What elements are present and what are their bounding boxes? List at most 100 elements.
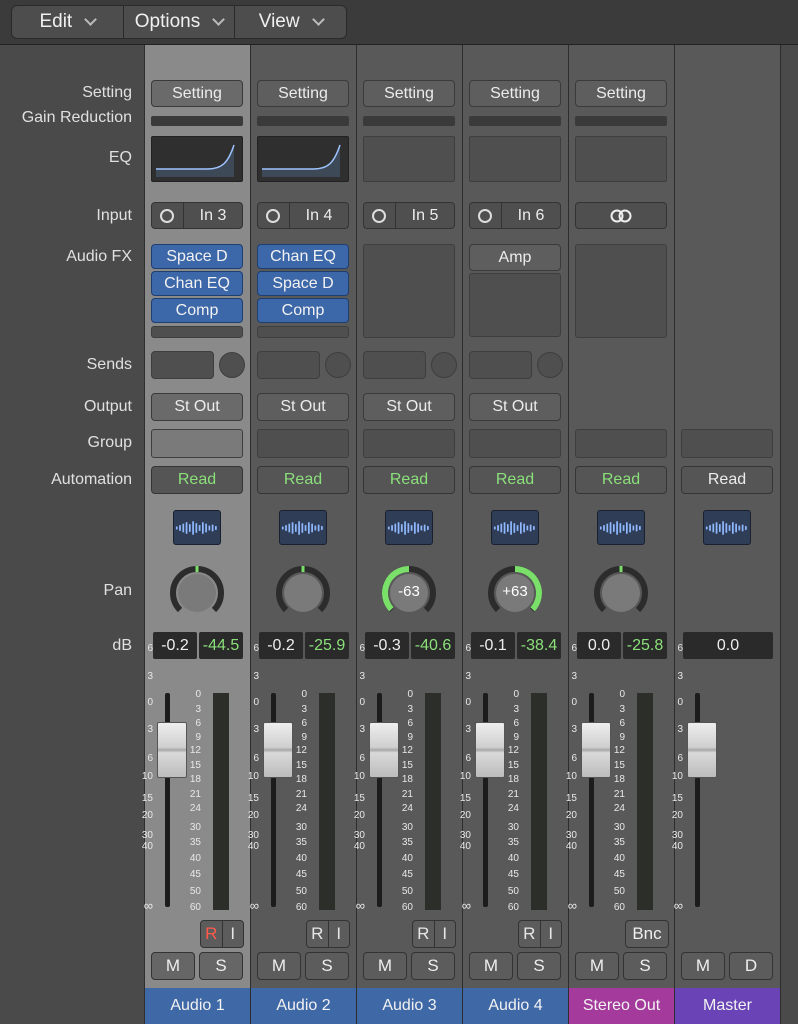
eq-thumbnail[interactable]	[363, 136, 455, 182]
automation-mode-button[interactable]: Read	[363, 466, 455, 494]
audio-fx-empty-slot[interactable]	[469, 273, 561, 337]
group-slot[interactable]	[681, 429, 773, 458]
audio-fx-slot[interactable]: Comp	[151, 298, 243, 323]
input-slot[interactable]: In 6	[469, 202, 561, 229]
channel-name[interactable]: Master	[675, 988, 780, 1024]
channel-strip-audio-3[interactable]: Setting In 5 St Out Read -63 -0.3 -40.6 6 3 0 3 6 10…	[354, 45, 463, 1024]
setting-button[interactable]: Setting	[469, 80, 561, 107]
audio-fx-empty-slot[interactable]	[363, 244, 455, 338]
eq-thumbnail[interactable]	[151, 136, 243, 182]
channel-name[interactable]: Audio 4	[463, 988, 568, 1024]
mute-button[interactable]: M	[469, 952, 513, 980]
setting-button[interactable]: Setting	[151, 80, 243, 107]
channel-name[interactable]: Audio 1	[145, 988, 250, 1024]
audio-fx-slot[interactable]: Chan EQ	[151, 271, 243, 296]
mute-button[interactable]: M	[681, 952, 725, 980]
menu-view[interactable]: View	[235, 6, 346, 38]
audio-waveform-icon[interactable]	[703, 510, 751, 545]
peak-db-readout[interactable]: -44.5	[199, 632, 243, 659]
fader-db-readout[interactable]: -0.1	[471, 632, 515, 659]
eq-thumbnail[interactable]	[257, 136, 349, 182]
audio-fx-empty-slot[interactable]	[151, 326, 243, 338]
input-slot[interactable]: In 4	[257, 202, 349, 229]
bounce-button[interactable]: Bnc	[625, 920, 669, 948]
output-button[interactable]: St Out	[151, 393, 243, 421]
channel-strip-master[interactable]: Read 0.0 6 3 0 3 6 10 15 20 30 40 ∞ M D Master	[672, 45, 781, 1024]
channel-name[interactable]: Audio 3	[357, 988, 462, 1024]
setting-button[interactable]: Setting	[257, 80, 349, 107]
volume-fader-cap[interactable]	[581, 722, 611, 778]
record-enable-button[interactable]: R	[201, 921, 223, 947]
automation-mode-button[interactable]: Read	[151, 466, 243, 494]
peak-db-readout[interactable]: -40.6	[411, 632, 455, 659]
fader-db-readout[interactable]: -0.2	[153, 632, 197, 659]
volume-fader-cap[interactable]	[687, 722, 717, 778]
volume-fader-cap[interactable]	[475, 722, 505, 778]
output-button[interactable]: St Out	[363, 393, 455, 421]
send-slot[interactable]	[363, 351, 426, 379]
audio-fx-empty-slot[interactable]	[575, 244, 667, 338]
audio-fx-slot[interactable]: Space D	[257, 271, 349, 296]
send-slot[interactable]	[469, 351, 532, 379]
record-enable-button[interactable]: R	[307, 921, 329, 947]
fader-db-readout[interactable]: 0.0	[683, 632, 773, 659]
audio-waveform-icon[interactable]	[491, 510, 539, 545]
peak-db-readout[interactable]: -38.4	[517, 632, 561, 659]
automation-mode-button[interactable]: Read	[469, 466, 561, 494]
solo-button[interactable]: S	[411, 952, 455, 980]
send-slot[interactable]	[151, 351, 214, 379]
audio-fx-slot[interactable]: Space D	[151, 244, 243, 269]
automation-mode-button[interactable]: Read	[681, 466, 773, 494]
solo-button[interactable]: S	[517, 952, 561, 980]
dim-button[interactable]: D	[729, 952, 773, 980]
channel-name[interactable]: Stereo Out	[569, 988, 674, 1024]
fader-db-readout[interactable]: 0.0	[577, 632, 621, 659]
input-monitor-button[interactable]: I	[329, 921, 350, 947]
peak-db-readout[interactable]: -25.9	[305, 632, 349, 659]
audio-fx-empty-slot[interactable]	[257, 326, 349, 338]
audio-fx-slot[interactable]: Comp	[257, 298, 349, 323]
input-slot[interactable]	[575, 202, 667, 229]
group-slot[interactable]	[469, 429, 561, 458]
menu-edit[interactable]: Edit	[12, 6, 124, 38]
input-monitor-button[interactable]: I	[223, 921, 244, 947]
audio-fx-slot[interactable]: Chan EQ	[257, 244, 349, 269]
mute-button[interactable]: M	[575, 952, 619, 980]
audio-waveform-icon[interactable]	[385, 510, 433, 545]
input-monitor-button[interactable]: I	[435, 921, 456, 947]
setting-button[interactable]: Setting	[575, 80, 667, 107]
channel-strip-audio-2[interactable]: Setting In 4 Chan EQ Space D Comp St Out Read -…	[248, 45, 357, 1024]
send-level-knob[interactable]	[219, 352, 245, 378]
output-button[interactable]: St Out	[469, 393, 561, 421]
channel-strip-audio-1[interactable]: Setting In 3 Space D Chan EQ Comp St Out Read -…	[142, 45, 251, 1024]
solo-button[interactable]: S	[623, 952, 667, 980]
pan-knob[interactable]	[275, 565, 331, 621]
record-enable-button[interactable]: R	[519, 921, 541, 947]
send-level-knob[interactable]	[537, 352, 563, 378]
channel-name[interactable]: Audio 2	[251, 988, 356, 1024]
channel-strip-stereo-out[interactable]: Setting Read 0.0 -25.8 6 3 0 3 6 10 15 20 30 40 ∞ 0 3 6 9 1…	[566, 45, 675, 1024]
fader-db-readout[interactable]: -0.2	[259, 632, 303, 659]
group-slot[interactable]	[257, 429, 349, 458]
pan-knob[interactable]	[593, 565, 649, 621]
group-slot[interactable]	[151, 429, 243, 458]
group-slot[interactable]	[363, 429, 455, 458]
input-slot[interactable]: In 5	[363, 202, 455, 229]
output-button[interactable]: St Out	[257, 393, 349, 421]
automation-mode-button[interactable]: Read	[575, 466, 667, 494]
group-slot[interactable]	[575, 429, 667, 458]
solo-button[interactable]: S	[305, 952, 349, 980]
setting-button[interactable]: Setting	[363, 80, 455, 107]
mute-button[interactable]: M	[363, 952, 407, 980]
pan-knob[interactable]	[169, 565, 225, 621]
volume-fader-cap[interactable]	[157, 722, 187, 778]
eq-thumbnail[interactable]	[575, 136, 667, 182]
eq-thumbnail[interactable]	[469, 136, 561, 182]
audio-waveform-icon[interactable]	[173, 510, 221, 545]
mute-button[interactable]: M	[257, 952, 301, 980]
send-level-knob[interactable]	[431, 352, 457, 378]
menu-options[interactable]: Options	[124, 6, 236, 38]
audio-waveform-icon[interactable]	[279, 510, 327, 545]
automation-mode-button[interactable]: Read	[257, 466, 349, 494]
volume-fader-cap[interactable]	[369, 722, 399, 778]
